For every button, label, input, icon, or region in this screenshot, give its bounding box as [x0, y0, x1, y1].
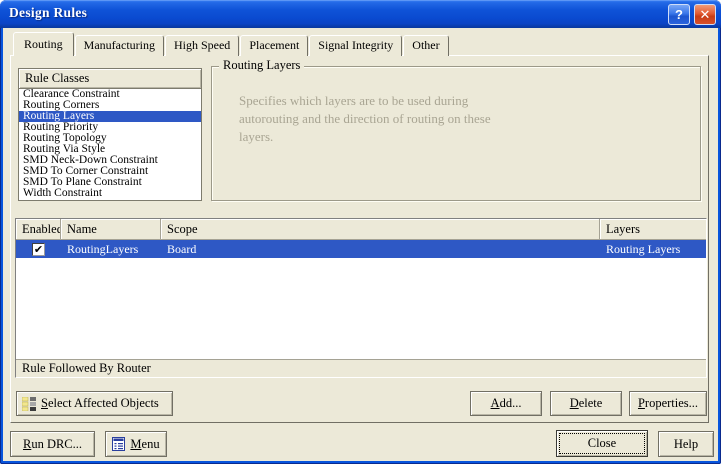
help-glyph: ?	[675, 7, 683, 22]
run-drc-button[interactable]: Run DRC...	[10, 431, 95, 457]
tab-manufacturing[interactable]: Manufacturing	[75, 35, 164, 56]
close-icon[interactable]: ✕	[694, 4, 716, 25]
tab-other[interactable]: Other	[403, 35, 448, 56]
column-header-enabled[interactable]: Enabled	[16, 219, 61, 240]
name-cell: RoutingLayers	[61, 242, 161, 257]
routing-tab-page: Rule Classes Clearance Constraint Routin…	[10, 55, 709, 423]
help-button[interactable]: Help	[658, 431, 714, 457]
delete-label: Delete	[570, 396, 603, 411]
close-button[interactable]: Close	[556, 430, 648, 457]
table-row[interactable]: ✔ RoutingLayers Board Routing Layers	[16, 240, 706, 258]
add-button[interactable]: Add...	[470, 391, 542, 416]
menu-icon	[112, 437, 125, 451]
properties-button[interactable]: Properties...	[629, 391, 707, 416]
add-label: Add...	[491, 396, 522, 411]
checkmark-icon: ✔	[34, 244, 43, 255]
rule-description-line: layers.	[239, 128, 599, 146]
select-affected-objects-label: Select Affected Objects	[41, 396, 159, 411]
rule-description: Specifies which layers are to be used du…	[239, 92, 599, 146]
help-label: Help	[674, 437, 698, 452]
tab-strip: Routing Manufacturing High Speed Placeme…	[13, 32, 450, 56]
enabled-cell: ✔	[16, 243, 61, 256]
rule-description-line: autorouting and the direction of routing…	[239, 110, 599, 128]
rule-status-bar: Rule Followed By Router	[16, 359, 706, 377]
rule-description-line: Specifies which layers are to be used du…	[239, 92, 599, 110]
close-label: Close	[588, 436, 616, 451]
window-title: Design Rules	[9, 5, 87, 21]
layers-cell: Routing Layers	[600, 242, 706, 257]
table-empty-area	[16, 258, 706, 359]
rule-description-groupbox: Routing Layers Specifies which layers ar…	[211, 66, 701, 201]
column-header-scope[interactable]: Scope	[161, 219, 600, 240]
column-header-layers[interactable]: Layers	[600, 219, 706, 240]
rule-class-item[interactable]: Width Constraint	[19, 188, 201, 199]
rule-classes-list: Clearance Constraint Routing Corners Rou…	[19, 89, 201, 199]
properties-label: Properties...	[638, 396, 698, 411]
help-icon[interactable]: ?	[668, 4, 690, 25]
delete-button[interactable]: Delete	[550, 391, 622, 416]
rule-classes-header: Rule Classes	[19, 69, 201, 89]
rules-table-header: Enabled Name Scope Layers	[16, 219, 706, 240]
rule-classes-listbox: Rule Classes Clearance Constraint Routin…	[18, 68, 202, 201]
run-drc-label: Run DRC...	[23, 437, 82, 452]
tab-signal-integrity[interactable]: Signal Integrity	[309, 35, 402, 56]
tab-placement[interactable]: Placement	[240, 35, 308, 56]
rules-table: Enabled Name Scope Layers ✔ RoutingLayer…	[15, 218, 707, 378]
tab-high-speed[interactable]: High Speed	[165, 35, 239, 56]
design-rules-dialog: Design Rules ? ✕ Routing Manufacturing H…	[0, 0, 721, 464]
select-affected-objects-button[interactable]: Select Affected Objects	[16, 391, 173, 416]
groupbox-title: Routing Layers	[219, 58, 304, 73]
menu-button[interactable]: Menu	[105, 431, 167, 457]
close-glyph: ✕	[700, 7, 711, 23]
menu-label: Menu	[130, 437, 159, 452]
select-objects-icon	[22, 397, 36, 411]
titlebar[interactable]: Design Rules ? ✕	[0, 0, 721, 28]
enabled-checkbox[interactable]: ✔	[32, 243, 45, 256]
scope-cell: Board	[161, 242, 600, 257]
tab-routing[interactable]: Routing	[13, 32, 74, 56]
column-header-name[interactable]: Name	[61, 219, 161, 240]
